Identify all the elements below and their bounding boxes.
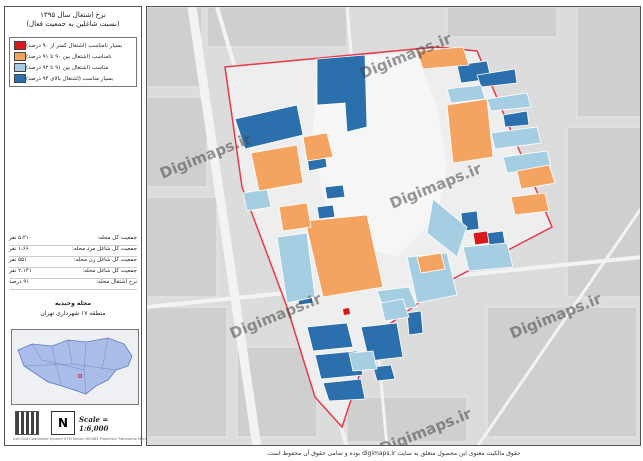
legend-item: بسیار نامناسب (اشتغال کمتر از ۹۰ درصد) [10,40,136,51]
neighborhood-name: محله وحیدیه [54,300,92,307]
stat-value: ۲،۱۴۱ نفر [9,268,32,274]
legend-swatch [14,74,26,83]
district-name: منطقه ۱۷ شهرداری تهران [40,310,106,317]
stat-row: ۵۵۱ نفر جمعیت کل شاغل زن محله: [9,257,137,268]
stat-row: ۹۱ درصد نرخ اشتغال محله: [9,279,137,290]
legend-panel: نرخ اشتغال سال ۱۳۹۵ (نسبت شاغلین به جمعی… [4,6,154,446]
stat-label: جمعیت کل محله: [97,235,137,241]
place-info: محله وحیدیه منطقه ۱۷ شهرداری تهران [9,299,137,319]
map-graphic [147,7,640,445]
projection-credit: Iran Grid Coordinate System UTM Datum WG… [13,437,154,441]
statistics-table: ۵،۲۱۰ نفر جمعیت کل محله: ۱،۶۶ نفر جمعیت کل … [9,235,137,290]
stat-value: ۹۱ درصد [9,279,30,285]
map-title: نرخ اشتغال سال ۱۳۹۵ (نسبت شاغلین به جمعی… [5,11,141,29]
legend-item: مناسب (اشتغال بین ۹۱ تا ۹۲ درصد) [10,62,136,73]
legend: بسیار نامناسب (اشتغال کمتر از ۹۰ درصد) نا… [9,37,137,87]
stat-label: جمعیت کل شاغل مرد محله: [72,246,137,252]
stat-row: ۵،۲۱۰ نفر جمعیت کل محله: [9,235,137,246]
scale-label: Scale = 1:6,000 [79,415,109,433]
legend-item: نامناسب (اشتغال بین ۹۰ تا ۹۱ درصد) [10,51,136,62]
very-poor-block [472,230,490,246]
stat-row: ۱،۶۶ نفر جمعیت کل شاغل مرد محله: [9,246,137,257]
stat-value: ۱،۶۶ نفر [9,246,29,252]
main-map: Digimaps.ir Digimaps.ir Digimaps.ir Digi… [146,6,641,446]
inset-map-graphic [12,330,138,404]
legend-swatch [14,52,26,61]
map-tools: N Scale = 1:6,000 Iran Grid Coordinate S… [11,409,154,443]
copyright-footer: حقوق مالکیت معنوی این محصول متعلق به سای… [266,450,521,457]
qr-code-icon [15,411,39,435]
legend-label: مناسب (اشتغال بین ۹۱ تا ۹۲ درصد) [26,64,109,71]
legend-label: نامناسب (اشتغال بین ۹۰ تا ۹۱ درصد) [26,53,112,60]
legend-label: بسیار نامناسب (اشتغال کمتر از ۹۰ درصد) [26,42,123,49]
map-title-line2: (نسبت شاغلین به جمعیت فعال) [26,20,120,28]
legend-swatch [14,41,26,50]
north-arrow-icon: N [51,411,75,435]
stat-label: نرخ اشتغال محله: [96,279,137,285]
very-poor-block-small [343,308,350,315]
stat-label: جمعیت کل شاغل زن محله: [73,257,137,263]
stat-label: جمعیت کل شاغل محله: [82,268,137,274]
legend-swatch [14,63,26,72]
stat-value: ۵۵۱ نفر [9,257,27,263]
stat-value: ۵،۲۱۰ نفر [9,235,32,241]
map-title-line1: نرخ اشتغال سال ۱۳۹۵ [40,11,106,19]
map-sheet: نرخ اشتغال سال ۱۳۹۵ (نسبت شاغلین به جمعی… [0,0,643,461]
legend-label: بسیار مناسب (اشتغال بالای ۹۴ درصد) [26,75,114,82]
locator-inset-map [11,329,139,405]
stat-row: ۲،۱۴۱ نفر جمعیت کل شاغل محله: [9,268,137,279]
legend-item: بسیار مناسب (اشتغال بالای ۹۴ درصد) [10,73,136,84]
